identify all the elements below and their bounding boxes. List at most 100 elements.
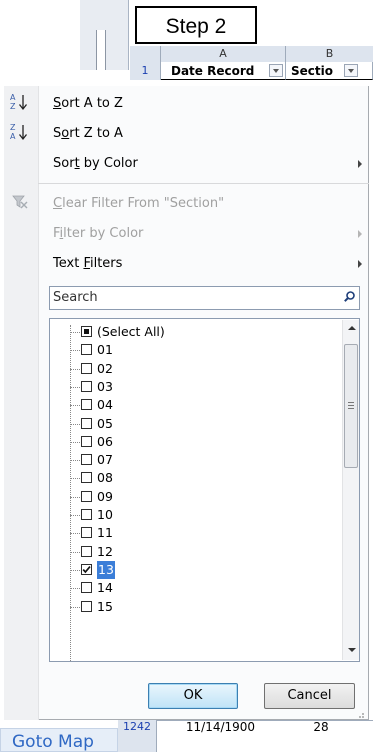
tree-connector [70, 515, 80, 516]
checkbox[interactable] [81, 435, 92, 447]
tree-connector [70, 405, 80, 407]
search-input[interactable]: Search [53, 287, 98, 309]
goto-map-link[interactable]: Goto Map [0, 728, 118, 752]
checkbox[interactable] [81, 545, 92, 557]
clear-filter-icon [11, 194, 29, 210]
checkbox[interactable] [81, 362, 92, 374]
grip-line [348, 408, 354, 409]
row-header-1[interactable]: 1 [130, 62, 161, 80]
list-item[interactable]: 10 [70, 506, 330, 524]
ok-button[interactable]: OK [148, 683, 238, 709]
menu-item-sort-z-a[interactable]: Sort Z to A [53, 123, 123, 145]
list-item[interactable]: 14 [70, 579, 330, 597]
checkbox[interactable] [81, 509, 92, 520]
scrollbar-thumb[interactable] [344, 344, 358, 468]
tree-connector [70, 350, 80, 352]
checkbox[interactable] [81, 417, 92, 429]
checkbox[interactable] [81, 600, 92, 612]
list-item[interactable]: 03 [70, 378, 330, 396]
step-annotation: Step 2 [135, 6, 257, 44]
list-scrollbar[interactable] [342, 320, 359, 660]
header-cell-label: Sectio [291, 64, 333, 78]
menu-item-clear-filter: Clear Filter From "Section" [53, 196, 225, 211]
tree-connector [70, 588, 80, 590]
list-item[interactable]: 12 [70, 543, 330, 561]
checkbox[interactable] [81, 582, 92, 594]
list-item-label: 03 [97, 378, 113, 394]
tree-connector [70, 478, 80, 480]
menu-item-sort-by-color[interactable]: Sort by Color [53, 153, 138, 175]
menu-separator [38, 183, 369, 184]
header-cell-label: Date Record [171, 64, 255, 78]
list-item[interactable]: 15 [70, 598, 330, 616]
checkbox[interactable] [81, 563, 92, 575]
list-item-label: 01 [97, 342, 113, 358]
search-box[interactable]: Search [49, 286, 360, 310]
checkbox[interactable] [81, 344, 92, 356]
select-all-corner[interactable] [130, 46, 161, 63]
scroll-up-icon[interactable] [348, 326, 356, 330]
checkbox[interactable] [81, 472, 92, 484]
tree-connector [70, 386, 80, 388]
submenu-arrow-icon [358, 230, 362, 238]
list-item-label: 09 [97, 488, 113, 504]
pane-splitter[interactable] [96, 30, 106, 70]
header-cell-section[interactable]: Sectio [286, 62, 373, 80]
search-icon[interactable] [344, 291, 355, 302]
checkbox[interactable] [81, 454, 92, 466]
list-item[interactable]: 06 [70, 433, 330, 451]
list-item-label: 05 [97, 415, 113, 431]
list-item[interactable]: 07 [70, 451, 330, 469]
sort-ascending-icon: A Z [9, 92, 31, 112]
svg-text:Z: Z [10, 123, 16, 132]
list-item[interactable]: 11 [70, 524, 330, 542]
checkbox[interactable] [81, 490, 92, 502]
list-item[interactable]: 05 [70, 415, 330, 433]
row-header[interactable]: 1242 [118, 720, 157, 752]
list-item-label: 15 [97, 598, 113, 614]
tree-connector [70, 423, 80, 425]
menu-item-sort-a-z[interactable]: Sort A to Z [53, 93, 123, 115]
tree-connector [70, 551, 80, 553]
tree-connector [70, 569, 80, 571]
scroll-down-icon[interactable] [348, 648, 356, 652]
column-header-b[interactable]: B [286, 46, 373, 63]
list-item[interactable]: 01 [70, 341, 330, 359]
checkbox[interactable] [81, 399, 92, 411]
sort-descending-icon: Z A [9, 122, 31, 142]
resize-grip-icon[interactable] [355, 712, 365, 720]
checkbox[interactable] [81, 380, 92, 392]
list-item-label: (Select All) [97, 324, 165, 339]
submenu-arrow-icon [358, 260, 362, 268]
section-cell[interactable]: 28 [286, 720, 356, 752]
grip-line [348, 405, 354, 406]
list-item[interactable]: (Select All) [70, 323, 330, 341]
checkbox[interactable] [81, 326, 92, 337]
menu-item-filter-by-color: Filter by Color [53, 226, 144, 241]
grip-line [348, 402, 354, 403]
list-item[interactable]: 02 [70, 360, 330, 378]
svg-text:A: A [10, 132, 16, 141]
date-cell[interactable]: 11/14/1900 [158, 720, 283, 752]
list-item[interactable]: 09 [70, 488, 330, 506]
filter-value-list[interactable]: (Select All) 01 02 03 04 05 06 07 08 09 10 11 12 13 14… [49, 318, 360, 662]
filter-dropdown-button[interactable] [344, 64, 358, 77]
filter-dropdown-button[interactable] [269, 64, 283, 77]
list-item-label: 11 [97, 525, 113, 541]
tree-connector [70, 441, 80, 443]
list-item[interactable]: 08 [70, 469, 330, 487]
list-item[interactable]: 13 [70, 560, 330, 579]
cancel-button[interactable]: Cancel [264, 683, 355, 709]
tree-connector [70, 368, 80, 370]
svg-text:A: A [10, 93, 16, 102]
tree-connector [70, 332, 80, 333]
header-cell-date-record[interactable]: Date Record [161, 62, 286, 80]
list-item-label: 06 [97, 433, 113, 449]
tree-connector [70, 606, 80, 608]
column-header-a[interactable]: A [161, 46, 286, 63]
list-item[interactable]: 04 [70, 396, 330, 414]
list-item-label: 13 [97, 560, 115, 579]
tree-connector [70, 496, 80, 498]
checkbox[interactable] [81, 527, 92, 539]
menu-item-text-filters[interactable]: Text Filters [53, 253, 122, 275]
